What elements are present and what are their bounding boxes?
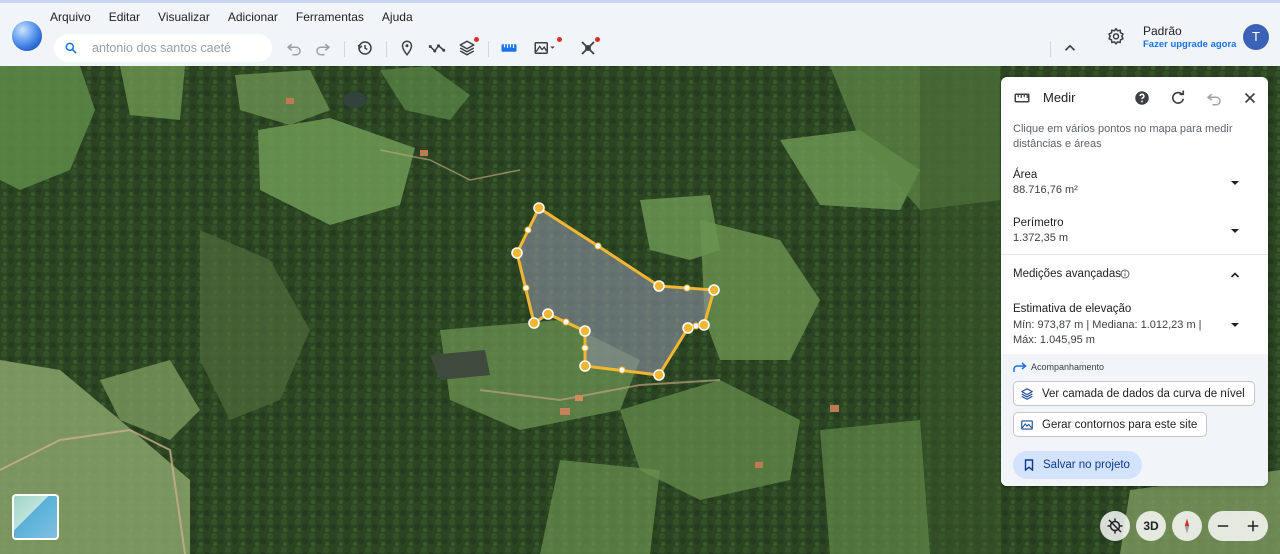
earth-logo-icon[interactable] <box>12 21 42 51</box>
menu-adicionar[interactable]: Adicionar <box>219 9 287 25</box>
terrain-icon <box>1021 419 1033 430</box>
location-off-icon <box>1107 518 1123 534</box>
measure-panel-header: Medir <box>1001 77 1268 119</box>
top-bar: Arquivo Editar Visualizar Adicionar Ferr… <box>0 0 1280 66</box>
redo-button[interactable] <box>313 38 333 58</box>
contour-layer-button[interactable]: Ver camada de dados da curva de nível <box>1013 381 1255 406</box>
history-button[interactable] <box>355 38 375 58</box>
compass-icon <box>1184 518 1190 534</box>
notification-dot <box>595 37 600 42</box>
follow-arrow-icon <box>1013 362 1027 372</box>
placemark-icon <box>401 40 413 56</box>
zoom-in-icon[interactable] <box>1244 517 1262 535</box>
search-box <box>54 34 272 62</box>
notification-dot <box>474 37 479 42</box>
help-icon[interactable] <box>1133 89 1151 107</box>
toolbar-divider <box>488 41 489 57</box>
menu-visualizar[interactable]: Visualizar <box>149 9 219 25</box>
tools-button[interactable] <box>578 37 600 58</box>
perimeter-dropdown-icon[interactable] <box>1230 226 1240 236</box>
toggle-3d-label: 3D <box>1143 519 1159 533</box>
gear-icon[interactable] <box>1106 27 1126 47</box>
elevation-line-1: Mín: 973,87 m | Mediana: 1.012,23 m | <box>1013 319 1202 331</box>
menu-ajuda[interactable]: Ajuda <box>373 9 422 25</box>
measure-panel: Medir Clique em vários pontos no mapa pa… <box>1001 77 1268 486</box>
bookmark-icon <box>1024 459 1034 471</box>
advanced-measurements-label[interactable]: Medições avançadas <box>1013 268 1121 280</box>
ruler-icon <box>501 44 517 52</box>
placemark-button[interactable] <box>397 38 417 58</box>
redo-icon <box>316 43 330 56</box>
layers-icon <box>1021 387 1033 400</box>
area-dropdown-icon[interactable] <box>1230 178 1240 188</box>
menu-ferramentas[interactable]: Ferramentas <box>287 9 373 25</box>
compass-button[interactable] <box>1172 511 1202 541</box>
save-to-project-button[interactable]: Salvar no projeto <box>1013 451 1142 479</box>
measure-instruction: Clique em vários pontos no mapa para med… <box>1013 123 1233 150</box>
undo-icon <box>287 43 301 56</box>
location-off-button[interactable] <box>1100 511 1130 541</box>
toolbar-divider <box>344 41 345 57</box>
layers-icon <box>459 40 475 56</box>
measure-button[interactable] <box>499 38 519 58</box>
perimeter-value: 1.372,35 m <box>1013 232 1069 244</box>
menu-bar: Arquivo Editar Visualizar Adicionar Ferr… <box>50 9 422 25</box>
elevation-dropdown-icon[interactable] <box>1230 320 1240 330</box>
zoom-out-icon[interactable] <box>1214 517 1232 535</box>
measure-title: Medir <box>1043 90 1076 105</box>
menu-editar[interactable]: Editar <box>100 9 149 25</box>
area-value: 88.716,76 m² <box>1013 184 1078 196</box>
toolbar-divider <box>1050 41 1051 57</box>
search-input[interactable] <box>92 39 262 57</box>
menu-arquivo[interactable]: Arquivo <box>50 9 100 25</box>
area-label: Área <box>1013 169 1038 181</box>
map-style-thumbnail[interactable] <box>12 494 59 540</box>
profile-name: Padrão <box>1143 24 1182 38</box>
upgrade-link[interactable]: Fazer upgrade agora <box>1143 39 1236 50</box>
info-icon[interactable] <box>1120 269 1130 279</box>
undo-button[interactable] <box>284 38 304 58</box>
tracking-label: Acompanhamento <box>1031 362 1105 372</box>
close-icon[interactable] <box>1241 89 1259 107</box>
path-icon <box>428 44 446 53</box>
avatar[interactable]: T <box>1243 24 1269 50</box>
notification-dot <box>557 37 562 42</box>
divider <box>1001 254 1268 255</box>
contour-layer-label: Ver camada de dados da curva de nível <box>1042 387 1245 400</box>
chevron-up-icon <box>1064 44 1076 51</box>
generate-contours-button[interactable]: Gerar contornos para este site <box>1013 412 1208 437</box>
layers-button[interactable] <box>457 37 479 58</box>
history-icon <box>357 41 372 55</box>
tools-icon <box>581 41 595 55</box>
perimeter-label: Perímetro <box>1013 217 1064 229</box>
chevron-up-icon[interactable] <box>1230 270 1240 280</box>
save-to-project-label: Salvar no projeto <box>1043 459 1130 471</box>
elevation-label: Estimativa de elevação <box>1013 303 1132 315</box>
toolbar-divider <box>386 41 387 57</box>
refresh-icon[interactable] <box>1169 89 1187 107</box>
terrain-button[interactable] <box>530 37 562 58</box>
elevation-line-2: Máx: 1.045,95 m <box>1013 334 1095 346</box>
undo-icon[interactable] <box>1205 89 1223 107</box>
zoom-controls <box>1208 511 1268 541</box>
terrain-icon <box>534 42 555 54</box>
path-button[interactable] <box>427 38 447 58</box>
collapse-toolbar-button[interactable] <box>1060 38 1080 58</box>
ruler-icon <box>1014 93 1030 103</box>
generate-contours-label: Gerar contornos para este site <box>1042 418 1198 431</box>
search-icon[interactable] <box>64 41 78 55</box>
toggle-3d-button[interactable]: 3D <box>1136 511 1166 541</box>
